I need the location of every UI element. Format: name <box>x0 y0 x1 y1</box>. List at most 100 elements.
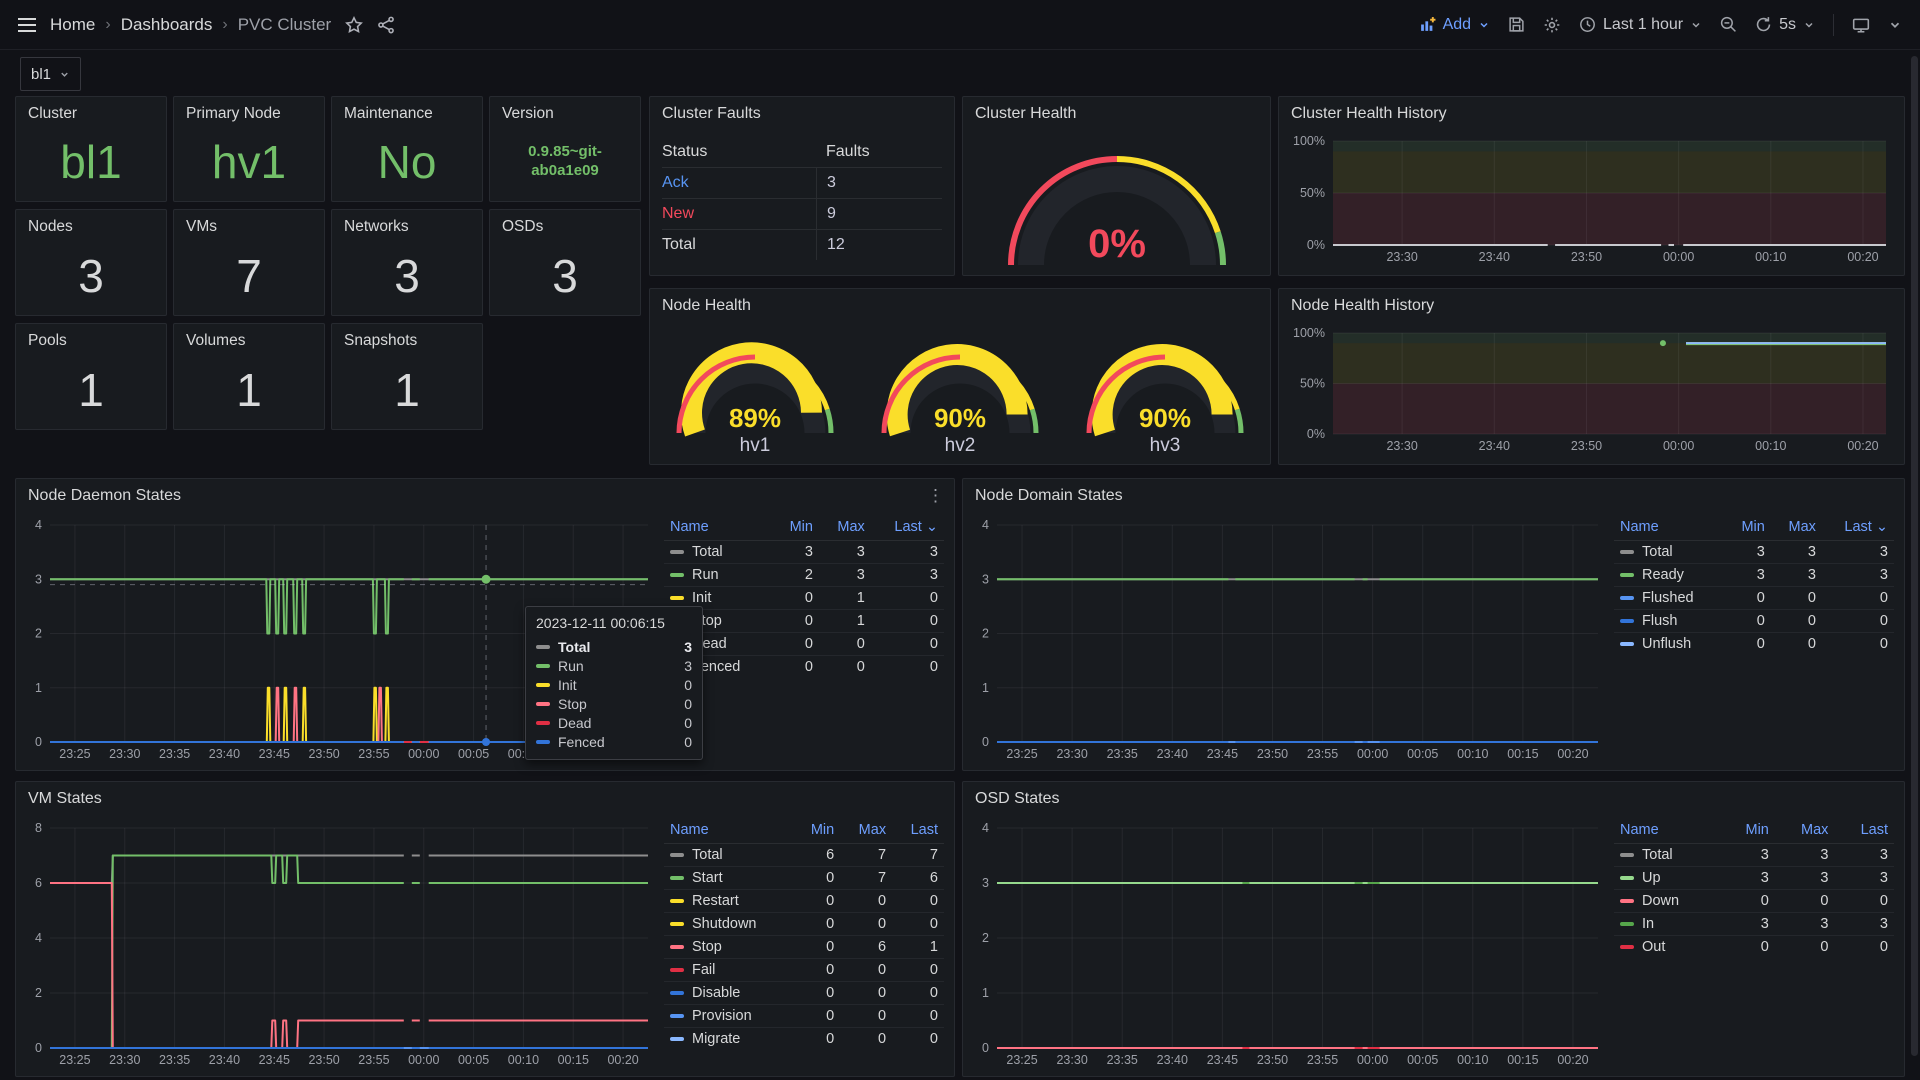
series-color-swatch <box>670 899 684 903</box>
legend-series-name[interactable]: Total <box>1614 844 1721 867</box>
dashboard-variable-selector[interactable]: bl1 <box>20 57 81 91</box>
legend-last-value: 0 <box>892 890 944 913</box>
fault-count: 9 <box>816 199 942 229</box>
legend-col-name[interactable]: Name <box>1614 517 1725 541</box>
legend-series-name[interactable]: Out <box>1614 936 1721 959</box>
svg-text:23:50: 23:50 <box>1257 747 1288 761</box>
legend-series-name[interactable]: Run <box>664 564 772 587</box>
legend-row-unflush: Unflush000 <box>1614 633 1894 656</box>
hamburger-menu-icon[interactable] <box>18 17 36 33</box>
stat-title: OSDs <box>490 210 640 244</box>
legend-col-last[interactable]: Last <box>892 820 944 844</box>
svg-text:23:45: 23:45 <box>259 1053 290 1067</box>
legend-max-value: 3 <box>1775 913 1835 936</box>
time-range-picker[interactable]: Last 1 hour <box>1579 16 1702 34</box>
legend-series-name[interactable]: Shutdown <box>664 913 794 936</box>
legend-series-name[interactable]: Total <box>1614 541 1725 564</box>
breadcrumb: Home › Dashboards › PVC Cluster <box>50 15 331 35</box>
stat-title: Snapshots <box>332 324 482 358</box>
legend-series-name[interactable]: Fail <box>664 959 794 982</box>
legend-series-name[interactable]: Down <box>1614 890 1721 913</box>
tooltip-series-name: Stop <box>558 696 684 712</box>
svg-text:00:10: 00:10 <box>508 1053 539 1067</box>
legend-col-min[interactable]: Min <box>772 517 819 541</box>
legend-col-name[interactable]: Name <box>664 820 794 844</box>
legend-col-name[interactable]: Name <box>1614 820 1721 844</box>
dashboard-settings-gear-icon[interactable] <box>1543 16 1561 34</box>
share-icon[interactable] <box>377 16 395 34</box>
legend-last-value: 0 <box>892 1005 944 1028</box>
legend-col-max[interactable]: Max <box>1771 517 1822 541</box>
collapse-toolbar-chevron[interactable] <box>1888 18 1902 32</box>
legend-series-name[interactable]: Up <box>1614 867 1721 890</box>
legend-min-value: 0 <box>1721 890 1774 913</box>
legend-series-name[interactable]: Migrate <box>664 1028 794 1051</box>
vm-states-chart[interactable]: 0246823:2523:3023:3523:4023:4523:5023:55… <box>24 818 658 1070</box>
series-color-swatch <box>536 645 550 649</box>
node-health-gauges: 89%hv190%hv290%hv3 <box>650 323 1270 464</box>
legend-col-last[interactable]: Last ⌄ <box>1822 517 1894 541</box>
favorite-star-icon[interactable] <box>345 16 363 34</box>
legend-series-name[interactable]: Start <box>664 867 794 890</box>
legend-series-name[interactable]: In <box>1614 913 1721 936</box>
legend-series-name[interactable]: Total <box>664 541 772 564</box>
legend-series-name[interactable]: Total <box>664 844 794 867</box>
series-color-swatch <box>1620 853 1634 857</box>
tooltip-series-value: 0 <box>684 696 692 712</box>
variable-value: bl1 <box>31 66 51 83</box>
cluster-health-gauge: 0% <box>963 131 1270 275</box>
panel-menu-icon[interactable]: ⋮ <box>927 487 944 504</box>
panel-cluster-health: Cluster Health 0% <box>962 96 1271 276</box>
legend-max-value: 3 <box>1775 844 1835 867</box>
legend-series-name[interactable]: Stop <box>664 936 794 959</box>
legend-series-name[interactable]: Ready <box>1614 564 1725 587</box>
legend-col-max[interactable]: Max <box>840 820 892 844</box>
node-gauge-label: hv2 <box>860 435 1060 457</box>
svg-text:50%: 50% <box>1300 186 1325 200</box>
refresh-button[interactable]: 5s <box>1755 16 1815 34</box>
breadcrumb-separator: › <box>105 16 110 34</box>
add-panel-button[interactable]: Add <box>1419 16 1490 34</box>
tooltip-series-name: Total <box>558 639 684 655</box>
legend-row-in: In333 <box>1614 913 1894 936</box>
series-color-swatch <box>536 740 550 744</box>
breadcrumb-home[interactable]: Home <box>50 15 95 35</box>
svg-text:00:20: 00:20 <box>607 1053 638 1067</box>
legend-col-min[interactable]: Min <box>1725 517 1771 541</box>
legend-series-name[interactable]: Restart <box>664 890 794 913</box>
node-domain-states-chart[interactable]: 0123423:2523:3023:3523:4023:4523:5023:55… <box>971 515 1608 764</box>
panel-osd-states: OSD States 0123423:2523:3023:3523:4023:4… <box>962 781 1905 1077</box>
legend-col-max[interactable]: Max <box>819 517 871 541</box>
toolbar-divider <box>1833 14 1834 36</box>
legend-series-name[interactable]: Unflush <box>1614 633 1725 656</box>
svg-text:90%: 90% <box>934 403 986 433</box>
tv-mode-button[interactable] <box>1852 16 1870 34</box>
tooltip-series-name: Dead <box>558 715 684 731</box>
svg-text:23:25: 23:25 <box>59 747 90 761</box>
cluster-faults-table: Status FaultsAck 3New 9Total 12 <box>662 137 942 267</box>
node-health-history-chart[interactable]: 0%50%100%23:3023:4023:5000:0000:1000:20 <box>1287 323 1896 456</box>
legend-col-last[interactable]: Last <box>1834 820 1894 844</box>
osd-states-chart[interactable]: 0123423:2523:3023:3523:4023:4523:5023:55… <box>971 818 1608 1070</box>
legend-series-name[interactable]: Flushed <box>1614 587 1725 610</box>
legend-col-max[interactable]: Max <box>1775 820 1835 844</box>
page-scrollbar[interactable] <box>1911 56 1918 1056</box>
legend-col-name[interactable]: Name <box>664 517 772 541</box>
legend-series-name[interactable]: Flush <box>1614 610 1725 633</box>
save-dashboard-button[interactable] <box>1508 16 1525 33</box>
legend-col-last[interactable]: Last ⌄ <box>871 517 944 541</box>
vm-states-legend: NameMinMaxLastTotal677Start076Restart000… <box>658 818 946 1070</box>
legend-last-value: 0 <box>892 959 944 982</box>
legend-min-value: 0 <box>1725 633 1771 656</box>
legend-col-min[interactable]: Min <box>794 820 841 844</box>
chevron-down-icon <box>1888 18 1902 32</box>
zoom-out-time-button[interactable] <box>1720 16 1737 33</box>
legend-last-value: 0 <box>871 633 944 656</box>
legend-series-name[interactable]: Disable <box>664 982 794 1005</box>
breadcrumb-dashboards[interactable]: Dashboards <box>121 15 213 35</box>
cluster-health-history-chart[interactable]: 0%50%100%23:3023:4023:5000:0000:1000:20 <box>1287 131 1896 267</box>
legend-series-name[interactable]: Provision <box>664 1005 794 1028</box>
legend-col-min[interactable]: Min <box>1721 820 1774 844</box>
breadcrumb-current-dashboard[interactable]: PVC Cluster <box>238 15 332 35</box>
node-gauge-label: hv3 <box>1065 435 1265 457</box>
